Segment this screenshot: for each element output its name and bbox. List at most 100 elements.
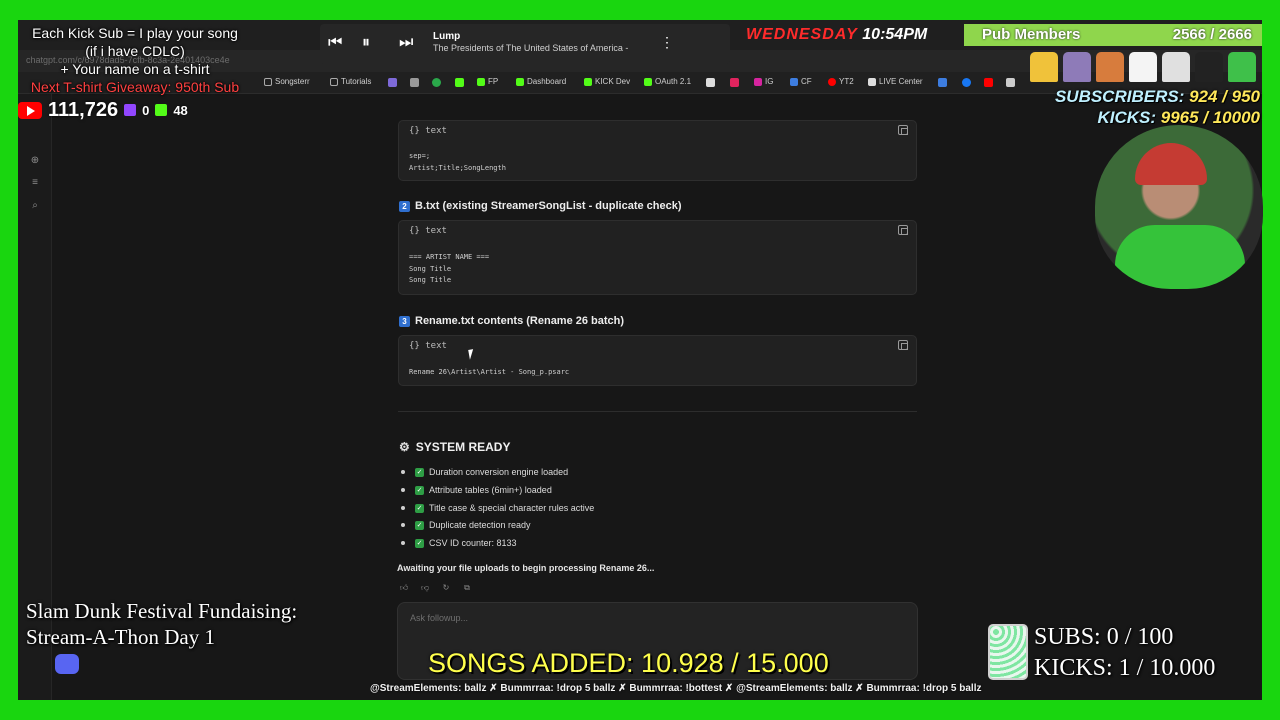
pause-icon[interactable]: ⏸ <box>362 34 370 52</box>
bookmark-label: FP <box>488 77 499 86</box>
check-icon: ✓ <box>415 538 424 548</box>
more-options-icon[interactable]: ⋮ <box>660 34 674 51</box>
webcam-body <box>1115 225 1245 289</box>
x-icon[interactable] <box>1006 78 1015 87</box>
next-icon[interactable]: ⏭ <box>399 34 413 52</box>
code-content: sep=; Artist;Title;SongLength <box>409 152 506 172</box>
checklist-item: ✓ Title case & special character rules ac… <box>401 503 594 513</box>
track-title: Lump <box>433 31 461 42</box>
bookmark-label: LIVE Center <box>879 77 923 86</box>
kicks-goal-counter: KICKS: 1 / 10.000 <box>1034 655 1216 681</box>
search-icon[interactable]: ⌕ <box>29 200 41 212</box>
bookmark-label: OAuth 2.1 <box>655 77 692 86</box>
bookmark-label: KICK Dev <box>595 77 631 86</box>
mouse-cursor <box>468 348 480 360</box>
previous-icon[interactable]: ⏮ <box>328 34 342 52</box>
copy-icon[interactable] <box>898 125 908 135</box>
section-heading: 2 B.txt (existing StreamerSongList - dup… <box>399 200 682 212</box>
app-icon[interactable] <box>730 78 739 87</box>
check-icon: ✓ <box>415 520 424 530</box>
youtube-icon[interactable] <box>984 78 993 87</box>
check-icon: ✓ <box>415 467 424 477</box>
checklist-item: ✓ CSV ID counter: 8133 <box>401 538 517 548</box>
thumbs-up-icon[interactable]: 👍︎ <box>399 583 409 593</box>
copy-icon[interactable] <box>898 340 908 350</box>
heading-text: SYSTEM READY <box>415 440 511 454</box>
instagram-icon <box>754 77 762 86</box>
discord-icon <box>55 654 79 674</box>
promo-line: Each Kick Sub = I play your song <box>32 25 238 41</box>
code-lang-label: {} text <box>409 226 447 236</box>
code-lang: text <box>425 226 447 236</box>
twitch-count: 0 <box>142 102 150 118</box>
kick-icon <box>584 77 592 86</box>
checklist-text: Attribute tables (6min+) loaded <box>429 485 552 495</box>
kick-icon[interactable] <box>455 78 464 87</box>
songs-added-counter: SONGS ADDED: 10.928 / 15.000 <box>428 648 829 678</box>
shirt-image <box>1228 52 1256 82</box>
code-content: Rename 26\Artist\Artist - Song_p.psarc <box>409 368 570 376</box>
bookmark-live-center[interactable]: LIVE Center <box>868 77 923 86</box>
bookmark-label: Tutorials <box>341 77 372 86</box>
followup-input[interactable] <box>410 613 830 623</box>
media-player: ⏮ ⏸ ⏭ Lump The Presidents of The United … <box>320 24 730 64</box>
number-badge: 2 <box>399 200 410 212</box>
pub-members-label: Pub Members <box>982 26 1081 43</box>
tip-jar-icon <box>988 624 1028 680</box>
webcam-hat <box>1135 143 1207 185</box>
regenerate-icon[interactable]: ↻ <box>441 583 451 593</box>
app-icon[interactable] <box>938 78 947 87</box>
kick-icon <box>516 77 524 86</box>
track-artist: The Presidents of The United States of A… <box>433 43 629 53</box>
shirt-image <box>1129 52 1157 82</box>
shirt-image <box>1063 52 1091 82</box>
code-lang-label: {} text <box>409 126 447 136</box>
code-lang: text <box>425 341 447 351</box>
kick-sub-promo: Each Kick Sub = I play your song (if i h… <box>10 24 260 96</box>
bookmark-label: Songsterr <box>275 77 310 86</box>
bookmark-oauth[interactable]: OAuth 2.1 <box>644 77 691 86</box>
folder-icon <box>330 77 338 86</box>
bookmark-fp[interactable]: FP <box>477 77 498 86</box>
bookmark-kick-dev[interactable]: KICK Dev <box>584 77 630 86</box>
new-chat-icon[interactable]: ⊕ <box>29 155 41 167</box>
app-icon <box>790 77 798 86</box>
section-title: Rename.txt contents (Rename 26 batch) <box>415 315 625 327</box>
bookmark-label: YT2 <box>839 77 854 86</box>
bookmark-tutorials[interactable]: Tutorials <box>330 77 371 86</box>
copy-icon[interactable] <box>898 225 908 235</box>
bookmark-dashboard[interactable]: Dashboard <box>516 77 566 86</box>
youtube-icon <box>828 77 836 86</box>
checklist-text: Title case & special character rules act… <box>429 503 595 513</box>
thumbs-down-icon[interactable]: 👎︎ <box>420 583 430 593</box>
gear-icon: ⚙ <box>399 440 410 454</box>
webcam-feed <box>1095 125 1263 289</box>
chrome-icon[interactable] <box>432 78 441 87</box>
bookmark-songsterr[interactable]: Songsterr <box>264 77 310 86</box>
code-content: === ARTIST NAME === Song Title Song Titl… <box>409 253 490 284</box>
pub-members-bar: Pub Members 2566 / 2666 <box>964 24 1262 46</box>
kick-icon <box>155 104 168 116</box>
date-time: WEDNESDAY 10:54PM <box>746 26 927 44</box>
copy-icon[interactable]: ⧉ <box>462 583 472 593</box>
checklist-item: ✓ Duplicate detection ready <box>401 520 531 530</box>
bookmark-yt2[interactable]: YT2 <box>828 77 854 86</box>
subs-goal: SUBS: 0 / 100 <box>1034 624 1174 650</box>
tiktok-icon[interactable] <box>706 78 715 87</box>
check-icon: ✓ <box>415 503 424 513</box>
fundraiser-line: Slam Dunk Festival Fundaising: <box>26 599 298 623</box>
app-icon[interactable] <box>388 78 397 87</box>
bullet <box>401 523 405 527</box>
chat-ticker: @StreamElements: ballz ✗ Bummrraa: !drop… <box>370 683 982 694</box>
kicks-goal: KICKS: 9965 / 10000 <box>1030 107 1260 128</box>
library-icon[interactable]: ≡ <box>29 177 41 189</box>
shirt-image <box>1195 52 1223 82</box>
menu-icon[interactable] <box>410 78 419 87</box>
bookmark-cf[interactable]: CF <box>790 77 812 86</box>
bookmark-label: IG <box>765 77 774 86</box>
bookmark-ig[interactable]: IG <box>754 77 773 86</box>
facebook-icon[interactable] <box>962 78 971 87</box>
promo-line: + Your name on a t-shirt <box>60 61 210 77</box>
code-block: {} text === ARTIST NAME === Song Title S… <box>398 220 917 295</box>
bullet <box>401 541 405 545</box>
